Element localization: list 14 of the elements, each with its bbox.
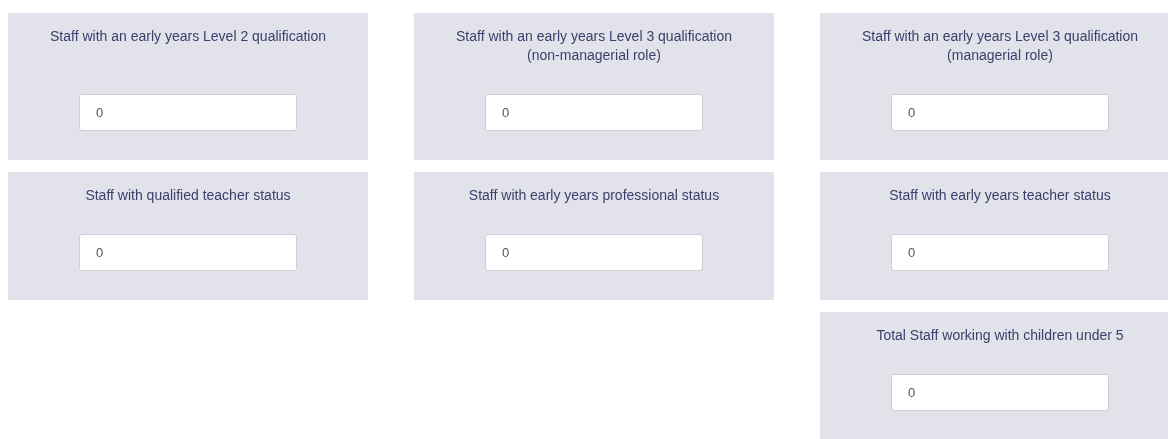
input-field[interactable]: 0 <box>485 234 703 271</box>
field-label: Staff with qualified teacher status <box>85 186 291 205</box>
field-label: Staff with early years professional status <box>468 186 720 205</box>
input-field[interactable]: 0 <box>891 234 1109 271</box>
input-field[interactable]: 0 <box>485 94 703 131</box>
field-label: Staff with an early years Level 3 qualification (non-managerial role) <box>455 27 733 65</box>
field-label: Staff with early years teacher status <box>889 186 1111 205</box>
field-label: Staff with an early years Level 2 qualification <box>50 27 326 46</box>
input-field[interactable]: 0 <box>79 234 297 271</box>
field-label: Staff with an early years Level 3 qualification (managerial role) <box>861 27 1139 65</box>
input-field[interactable]: 0 <box>891 94 1109 131</box>
input-field[interactable]: 0 <box>891 374 1109 411</box>
field-label: Total Staff working with children under 5 <box>876 326 1124 345</box>
input-field[interactable]: 0 <box>79 94 297 131</box>
